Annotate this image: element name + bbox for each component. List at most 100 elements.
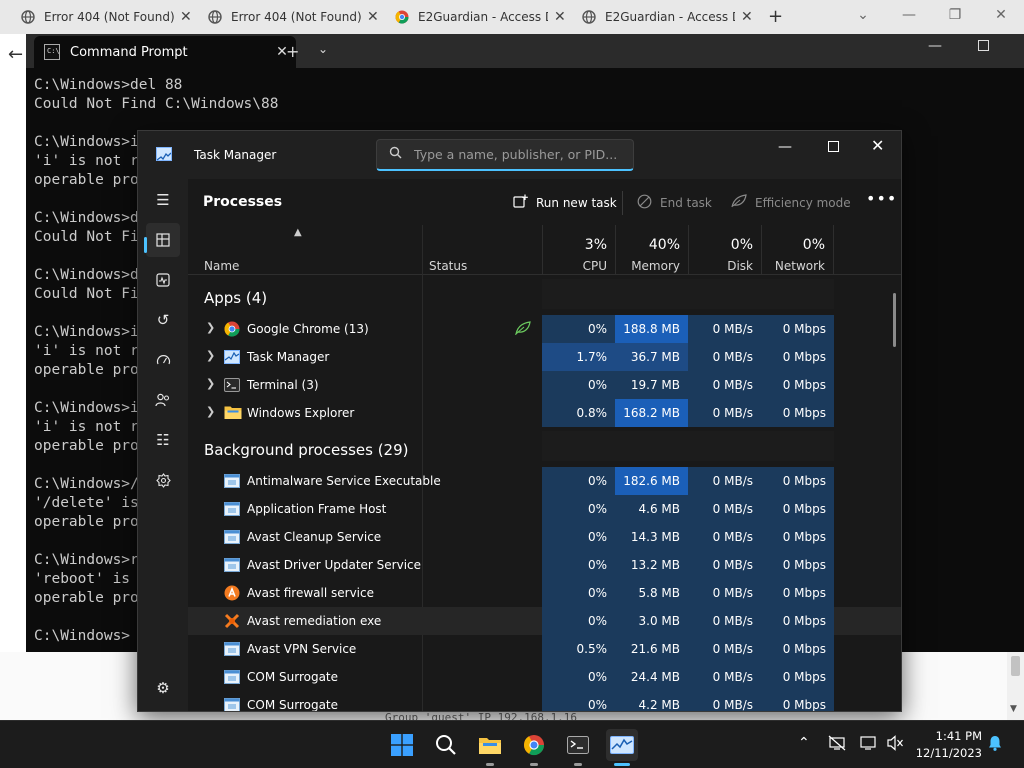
terminal-icon[interactable] — [562, 729, 594, 761]
disk-value: 0 MB/s — [688, 343, 761, 371]
chevron-right-icon[interactable]: ❯ — [206, 321, 215, 334]
memory-value: 13.2 MB — [615, 551, 688, 579]
memory-value: 182.6 MB — [615, 467, 688, 495]
details-nav-icon[interactable]: ☷ — [146, 423, 180, 457]
end-task-button[interactable]: End task — [637, 191, 712, 215]
service-icon — [224, 697, 240, 711]
process-row[interactable]: ❯ Windows Explorer 0.8% 168.2 MB 0 MB/s 0 Mbp… — [188, 399, 901, 427]
close-icon[interactable]: ✕ — [367, 9, 379, 25]
process-name: Avast VPN Service — [247, 642, 357, 656]
search-icon[interactable] — [430, 729, 462, 761]
browser-tab[interactable]: E2Guardian - Access Denied ✕ — [394, 0, 566, 34]
speaker-muted-icon[interactable] — [886, 735, 904, 755]
column-header-memory[interactable]: 40% Memory — [615, 225, 688, 275]
column-header-network[interactable]: 0% Network — [761, 225, 834, 275]
process-row[interactable]: Application Frame Host 0% 4.6 MB 0 MB/s 0 Mb… — [188, 495, 901, 523]
close-icon[interactable]: ✕ — [180, 9, 192, 25]
leaf-icon — [731, 194, 747, 212]
chevron-right-icon[interactable]: ❯ — [206, 377, 215, 390]
more-options-icon[interactable]: ••• — [866, 189, 897, 208]
notification-bell-icon[interactable] — [988, 735, 1002, 755]
close-icon[interactable]: ✕ — [978, 0, 1024, 30]
network-disconnected-icon[interactable] — [828, 735, 846, 755]
minimize-icon[interactable]: — — [928, 38, 942, 54]
process-row[interactable]: Avast Cleanup Service 0% 14.3 MB 0 MB/s 0 Mb… — [188, 523, 901, 551]
file-explorer-icon[interactable] — [474, 729, 506, 761]
scrollbar-thumb[interactable] — [1011, 656, 1020, 676]
browser-tab[interactable]: Error 404 (Not Found)!!!1 ✕ — [207, 0, 379, 34]
back-arrow-icon[interactable]: ← — [8, 44, 23, 65]
network-value: 0 Mbps — [761, 691, 834, 711]
settings-gear-icon[interactable]: ⚙ — [146, 671, 180, 705]
disk-value: 0 MB/s — [688, 607, 761, 635]
hamburger-menu-icon[interactable]: ☰ — [146, 183, 180, 217]
group-header[interactable]: Background processes (29) — [204, 441, 409, 459]
app-history-nav-icon[interactable]: ↺ — [146, 303, 180, 337]
column-header-name[interactable]: Name — [204, 259, 239, 273]
terminal-icon — [224, 377, 240, 393]
column-header-status[interactable]: Status — [429, 259, 467, 273]
users-nav-icon[interactable] — [146, 383, 180, 417]
maximize-icon[interactable] — [828, 141, 839, 152]
cpu-value: 0% — [542, 607, 615, 635]
services-nav-icon[interactable] — [146, 463, 180, 497]
restore-icon[interactable]: ❐ — [932, 0, 978, 30]
chevron-down-icon[interactable]: ⌄ — [318, 42, 328, 56]
process-row[interactable]: Avast VPN Service 0.5% 21.6 MB 0 MB/s 0 Mbps — [188, 635, 901, 663]
tm-search-box[interactable] — [376, 139, 634, 171]
chevron-up-icon[interactable]: ⌃ — [798, 735, 810, 751]
browser-tab[interactable]: Error 404 (Not Found)!!!1 ✕ — [20, 0, 192, 34]
process-row[interactable]: ❯ Google Chrome (13) 0% 188.8 MB 0 MB/s 0 Mbp… — [188, 315, 901, 343]
group-header[interactable]: Apps (4) — [204, 289, 267, 307]
new-tab-button[interactable]: + — [768, 6, 783, 27]
minimize-icon[interactable]: — — [778, 139, 792, 155]
cmd-tab[interactable]: C:\ Command Prompt ✕ — [34, 36, 296, 68]
browser-scrollbar[interactable]: ▼ — [1007, 652, 1024, 720]
process-row[interactable]: ❯ Task Manager 1.7% 36.7 MB 0 MB/s 0 Mbps — [188, 343, 901, 371]
scroll-down-icon[interactable]: ▼ — [1010, 704, 1017, 714]
close-icon[interactable]: ✕ — [741, 9, 753, 25]
new-tab-icon[interactable]: + — [286, 42, 299, 61]
process-row[interactable]: COM Surrogate 0% 24.4 MB 0 MB/s 0 Mbps — [188, 663, 901, 691]
console-line: C:\Windows>del 88 — [34, 77, 183, 93]
scrollbar-thumb[interactable] — [893, 293, 896, 347]
cpu-value: 0% — [542, 467, 615, 495]
processes-nav-icon[interactable] — [146, 223, 180, 257]
close-icon[interactable]: ✕ — [871, 136, 884, 155]
process-row[interactable]: Avast Driver Updater Service 0% 13.2 MB 0 M… — [188, 551, 901, 579]
disk-value: 0 MB/s — [688, 315, 761, 343]
tab-search-icon[interactable]: ⌄ — [840, 0, 886, 30]
avast-icon — [224, 585, 240, 601]
startup-apps-nav-icon[interactable] — [146, 343, 180, 377]
process-row[interactable]: ❯ Terminal (3) 0% 19.7 MB 0 MB/s 0 Mbps — [188, 371, 901, 399]
efficiency-mode-button[interactable]: Efficiency mode — [731, 191, 851, 215]
process-row[interactable]: Avast remediation exe 0% 3.0 MB 0 MB/s 0 Mbp… — [188, 607, 901, 635]
run-new-task-button[interactable]: Run new task — [513, 191, 617, 215]
clock-date[interactable]: 12/11/2023 — [914, 746, 982, 760]
display-icon[interactable] — [860, 735, 876, 755]
globe-icon — [20, 9, 36, 25]
column-header-cpu[interactable]: 3% CPU — [542, 225, 615, 275]
taskmanager-icon[interactable] — [606, 729, 638, 761]
search-input[interactable] — [414, 147, 624, 162]
minimize-icon[interactable]: — — [886, 0, 932, 30]
browser-tab[interactable]: E2Guardian - Access Denied ✕ — [581, 0, 753, 34]
maximize-icon[interactable] — [978, 40, 989, 51]
windows-start-icon[interactable] — [386, 729, 418, 761]
chevron-right-icon[interactable]: ❯ — [206, 349, 215, 362]
column-header-disk[interactable]: 0% Disk — [688, 225, 761, 275]
memory-value: 4.6 MB — [615, 495, 688, 523]
process-row[interactable]: Antimalware Service Executable 0% 182.6 MB… — [188, 467, 901, 495]
disk-value: 0 MB/s — [688, 579, 761, 607]
memory-value: 188.8 MB — [615, 315, 688, 343]
clock-time[interactable]: 1:41 PM — [934, 729, 982, 743]
chrome-icon[interactable] — [518, 729, 550, 761]
network-value: 0 Mbps — [761, 523, 834, 551]
chevron-right-icon[interactable]: ❯ — [206, 405, 215, 418]
process-name: Terminal (3) — [247, 378, 319, 392]
column-headers: ▲ Name Status 3% CPU 40% Memory 0% Disk … — [188, 225, 901, 275]
process-row[interactable]: Avast firewall service 0% 5.8 MB 0 MB/s 0 Mb… — [188, 579, 901, 607]
process-row[interactable]: COM Surrogate 0% 4.2 MB 0 MB/s 0 Mbps — [188, 691, 901, 711]
close-icon[interactable]: ✕ — [554, 9, 566, 25]
performance-nav-icon[interactable] — [146, 263, 180, 297]
